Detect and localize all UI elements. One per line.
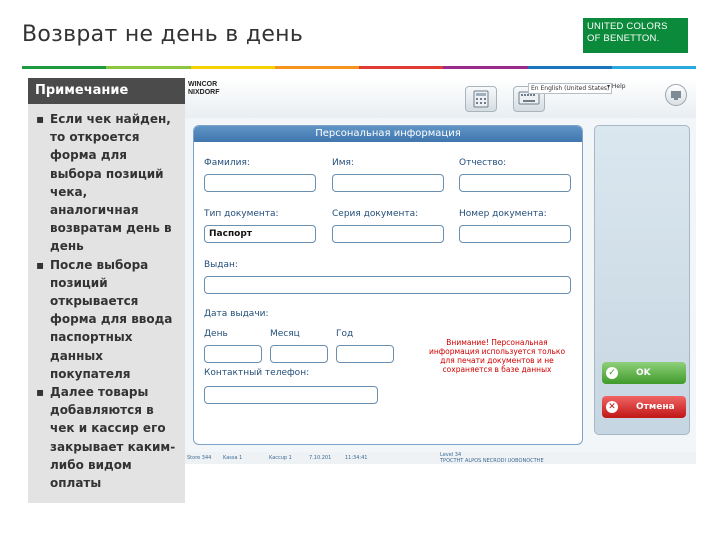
logo-line-2: OF BENETTON. xyxy=(587,33,660,44)
pos-app-window: WINCOR NIXDORF En English (United States… xyxy=(185,78,696,464)
issued-by-field[interactable] xyxy=(204,276,571,294)
note-title: Примечание xyxy=(28,78,185,104)
action-panel xyxy=(594,125,690,435)
color-segment xyxy=(359,66,444,69)
note-item: ▪ Если чек найден, то откроется форма для… xyxy=(36,110,179,256)
monitor-icon[interactable] xyxy=(665,84,687,106)
patronymic-field[interactable] xyxy=(459,174,571,192)
app-toolbar: WINCOR NIXDORF En English (United States… xyxy=(185,78,696,118)
privacy-warning: Внимание! Персональная информация исполь… xyxy=(428,338,566,374)
personal-info-form: Персональная информация Фамилия: Имя: От… xyxy=(193,125,583,445)
year-label: Год xyxy=(336,329,354,339)
issue-date-label: Дата выдачи: xyxy=(204,309,269,319)
day-label: День xyxy=(204,329,228,339)
issued-by-label: Выдан: xyxy=(204,260,238,270)
status-cashier: Kaccup 1 xyxy=(269,455,292,461)
wincor-line-1: WINCOR xyxy=(188,81,218,88)
cancel-button-label: Отмена xyxy=(636,402,675,412)
color-divider xyxy=(22,66,696,69)
doc-type-label: Тип документа: xyxy=(204,209,279,219)
year-field[interactable] xyxy=(336,345,394,363)
doc-number-field[interactable] xyxy=(459,225,571,243)
color-segment xyxy=(443,66,528,69)
note-item-text: Если чек найден, то откроется форма для … xyxy=(50,112,172,254)
doc-number-label: Номер документа: xyxy=(459,209,547,219)
help-label: Help xyxy=(611,83,626,90)
color-segment xyxy=(527,66,612,69)
logo-line-1: UNITED COLORS xyxy=(587,21,668,32)
color-segment xyxy=(611,66,696,69)
cancel-button[interactable]: ✕ Отмена xyxy=(602,396,686,418)
surname-field[interactable] xyxy=(204,174,316,192)
phone-field[interactable] xyxy=(204,386,378,404)
color-segment xyxy=(190,66,275,69)
note-list: ▪ Если чек найден, то откроется форма для… xyxy=(28,104,185,492)
ok-button-label: OK xyxy=(636,368,651,378)
month-label: Месяц xyxy=(270,329,300,339)
benetton-logo: UNITED COLORS OF BENETTON. xyxy=(583,18,688,53)
name-label: Имя: xyxy=(332,158,354,168)
status-time: 11:34:41 xyxy=(345,455,368,461)
check-icon: ✓ xyxy=(606,367,618,379)
doc-series-field[interactable] xyxy=(332,225,444,243)
calculator-icon[interactable] xyxy=(465,86,497,112)
name-field[interactable] xyxy=(332,174,444,192)
help-link[interactable]: ▾ Help xyxy=(607,83,626,90)
note-item-text: После выбора позиций открывается форма д… xyxy=(50,257,173,381)
status-store: Store 344 xyxy=(187,455,212,461)
note-item: ▪ После выбора позиций открывается форма … xyxy=(36,256,179,383)
patronymic-label: Отчество: xyxy=(459,158,507,168)
status-register: Kassa 1 xyxy=(223,455,243,461)
note-item-text: Далее товары добавляются в чек и кассир … xyxy=(50,385,176,491)
color-segment xyxy=(22,66,107,69)
bullet-icon: ▪ xyxy=(36,112,45,126)
status-date: 7.10.201 xyxy=(309,455,332,461)
form-title: Персональная информация xyxy=(194,126,582,142)
wincor-line-2: NIXDORF xyxy=(188,89,220,96)
doc-type-field[interactable]: Паспорт xyxy=(204,225,316,243)
note-panel: Примечание ▪ Если чек найден, то откроетс… xyxy=(28,78,185,503)
color-segment xyxy=(274,66,359,69)
surname-label: Фамилия: xyxy=(204,158,250,168)
day-field[interactable] xyxy=(204,345,262,363)
status-product: TPOCTHT ALPOS NECRODI UOBONOCTHE xyxy=(440,458,544,464)
phone-label: Контактный телефон: xyxy=(204,368,310,378)
close-icon: ✕ xyxy=(606,401,618,413)
status-bar: Store 344 Kassa 1 Kaccup 1 7.10.201 11:3… xyxy=(185,452,696,464)
color-segment xyxy=(106,66,191,69)
wincor-logo: WINCOR NIXDORF xyxy=(188,81,220,97)
bullet-icon: ▪ xyxy=(36,385,45,400)
ok-button[interactable]: ✓ OK xyxy=(602,362,686,384)
doc-series-label: Серия документа: xyxy=(332,209,419,219)
month-field[interactable] xyxy=(270,345,328,363)
note-item: ▪ Далее товары добавляются в чек и кассир… xyxy=(36,383,179,492)
bullet-icon: ▪ xyxy=(36,257,45,272)
language-select[interactable]: En English (United States) xyxy=(528,83,613,94)
slide-title: Возврат не день в день xyxy=(22,22,304,47)
